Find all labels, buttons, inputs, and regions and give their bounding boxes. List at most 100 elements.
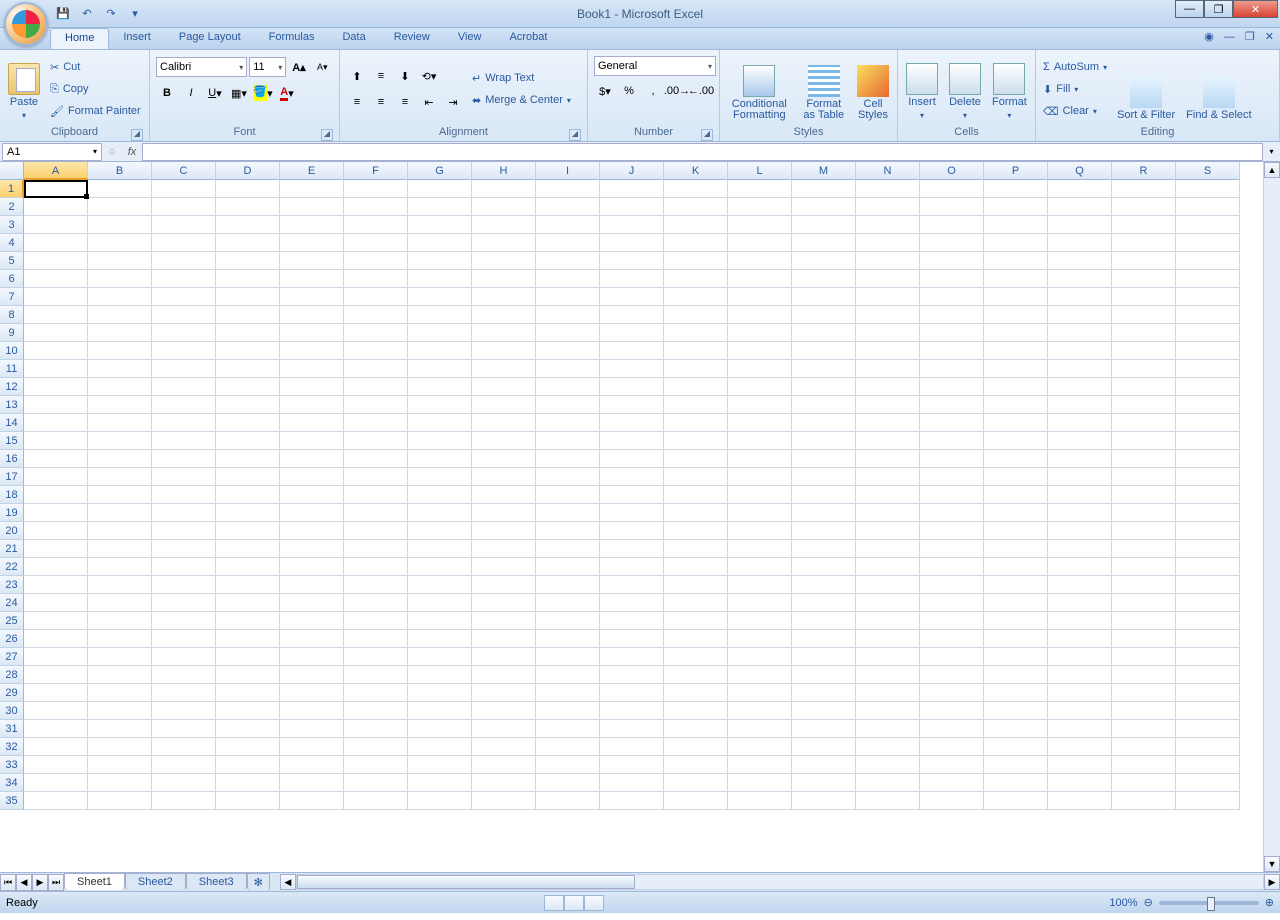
cell[interactable]: [856, 504, 920, 522]
cell[interactable]: [536, 324, 600, 342]
minimize-button[interactable]: —: [1175, 0, 1204, 18]
cell[interactable]: [216, 216, 280, 234]
cell[interactable]: [728, 378, 792, 396]
cell[interactable]: [728, 234, 792, 252]
cell[interactable]: [1176, 702, 1240, 720]
cell[interactable]: [24, 252, 88, 270]
cell[interactable]: [152, 288, 216, 306]
restore-window-icon[interactable]: ❐: [1245, 30, 1255, 43]
cell[interactable]: [472, 270, 536, 288]
clear-button[interactable]: ⌫Clear▾: [1040, 101, 1110, 122]
cell[interactable]: [600, 252, 664, 270]
column-header[interactable]: R: [1112, 162, 1176, 180]
cell[interactable]: [408, 648, 472, 666]
cell[interactable]: [1112, 450, 1176, 468]
cell[interactable]: [792, 702, 856, 720]
cell[interactable]: [216, 450, 280, 468]
cell[interactable]: [472, 774, 536, 792]
cell[interactable]: [88, 630, 152, 648]
cell[interactable]: [280, 396, 344, 414]
cell[interactable]: [600, 630, 664, 648]
cell[interactable]: [664, 594, 728, 612]
cell[interactable]: [88, 468, 152, 486]
align-center-icon[interactable]: ≡: [370, 91, 392, 113]
cell[interactable]: [344, 630, 408, 648]
close-workbook-icon[interactable]: ✕: [1265, 30, 1274, 43]
cell[interactable]: [1112, 216, 1176, 234]
cell[interactable]: [792, 594, 856, 612]
paste-button[interactable]: Paste▾: [4, 55, 44, 123]
cell[interactable]: [920, 594, 984, 612]
cell[interactable]: [152, 216, 216, 234]
cell[interactable]: [920, 324, 984, 342]
cell[interactable]: [792, 738, 856, 756]
cell[interactable]: [664, 486, 728, 504]
cell[interactable]: [664, 468, 728, 486]
cell[interactable]: [1176, 468, 1240, 486]
cell[interactable]: [536, 378, 600, 396]
cell[interactable]: [792, 198, 856, 216]
cell[interactable]: [152, 450, 216, 468]
cell[interactable]: [984, 630, 1048, 648]
cell[interactable]: [24, 702, 88, 720]
cell[interactable]: [88, 594, 152, 612]
row-header[interactable]: 11: [0, 360, 24, 378]
tab-data[interactable]: Data: [328, 28, 379, 49]
dialog-launcher-icon[interactable]: ◢: [569, 129, 581, 141]
sheet-tab-sheet2[interactable]: Sheet2: [125, 873, 186, 890]
cell[interactable]: [88, 558, 152, 576]
cell[interactable]: [984, 522, 1048, 540]
cell[interactable]: [792, 342, 856, 360]
column-header[interactable]: E: [280, 162, 344, 180]
cell[interactable]: [216, 324, 280, 342]
cell[interactable]: [984, 234, 1048, 252]
column-header[interactable]: G: [408, 162, 472, 180]
cell[interactable]: [344, 558, 408, 576]
cell[interactable]: [344, 270, 408, 288]
cell[interactable]: [280, 252, 344, 270]
cell[interactable]: [536, 540, 600, 558]
cell[interactable]: [728, 594, 792, 612]
cell[interactable]: [600, 504, 664, 522]
cell[interactable]: [280, 324, 344, 342]
cell[interactable]: [472, 234, 536, 252]
cell[interactable]: [24, 396, 88, 414]
active-cell[interactable]: [24, 180, 88, 198]
cell[interactable]: [664, 738, 728, 756]
cell[interactable]: [216, 378, 280, 396]
cell[interactable]: [1112, 396, 1176, 414]
comma-format-icon[interactable]: ,: [642, 80, 664, 102]
cell[interactable]: [344, 198, 408, 216]
cell[interactable]: [728, 522, 792, 540]
cell[interactable]: [1176, 216, 1240, 234]
cell[interactable]: [152, 792, 216, 810]
cell[interactable]: [536, 648, 600, 666]
cell[interactable]: [536, 270, 600, 288]
cell[interactable]: [280, 468, 344, 486]
cell[interactable]: [600, 702, 664, 720]
cell[interactable]: [408, 270, 472, 288]
cell[interactable]: [88, 180, 152, 198]
row-header[interactable]: 3: [0, 216, 24, 234]
row-header[interactable]: 12: [0, 378, 24, 396]
row-header[interactable]: 6: [0, 270, 24, 288]
cell[interactable]: [472, 792, 536, 810]
cell[interactable]: [472, 756, 536, 774]
cell[interactable]: [600, 648, 664, 666]
cell[interactable]: [152, 360, 216, 378]
sort-filter-button[interactable]: Sort & Filter: [1113, 55, 1179, 123]
cell[interactable]: [408, 198, 472, 216]
cell[interactable]: [984, 252, 1048, 270]
cell[interactable]: [152, 774, 216, 792]
cell[interactable]: [408, 396, 472, 414]
cell[interactable]: [792, 522, 856, 540]
cell[interactable]: [536, 630, 600, 648]
row-header[interactable]: 26: [0, 630, 24, 648]
cell[interactable]: [792, 396, 856, 414]
cell[interactable]: [728, 558, 792, 576]
cell[interactable]: [728, 684, 792, 702]
cell[interactable]: [920, 702, 984, 720]
font-size-combo[interactable]: 11▾: [249, 57, 286, 77]
cell[interactable]: [1176, 720, 1240, 738]
row-header[interactable]: 13: [0, 396, 24, 414]
